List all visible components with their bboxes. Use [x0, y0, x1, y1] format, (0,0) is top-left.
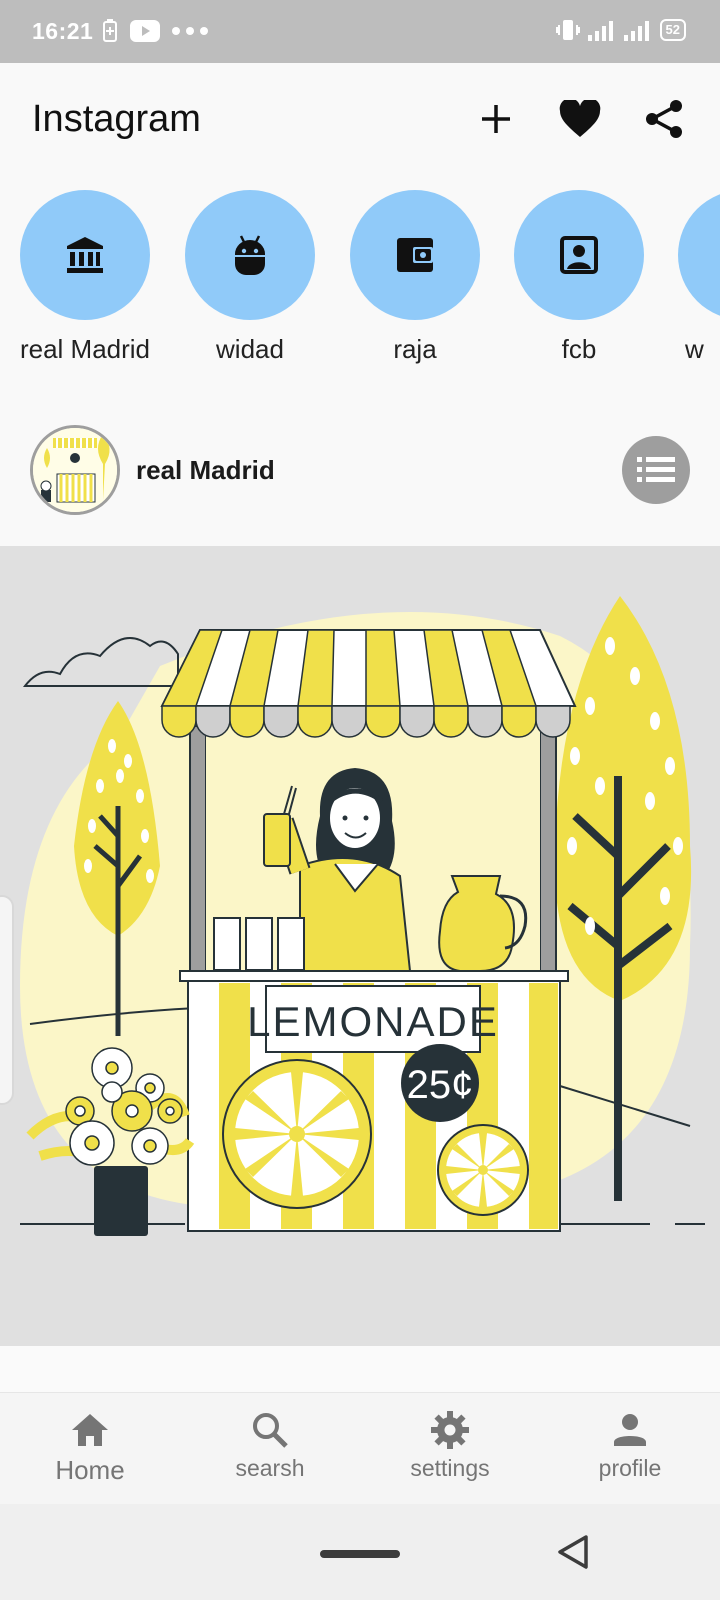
lemonade-sign: LEMONADE [247, 985, 499, 1053]
share-button[interactable] [642, 97, 686, 141]
nav-icon-wrap [0, 1407, 180, 1453]
story-avatar [514, 190, 644, 320]
back-triangle-icon[interactable] [556, 1534, 590, 1570]
story-fcb[interactable]: fcb [499, 190, 659, 365]
sign-text: LEMONADE [247, 998, 499, 1045]
status-system-icons: 52 [555, 18, 686, 42]
price-text: 25¢ [407, 1063, 474, 1107]
person-icon [614, 1414, 646, 1446]
post-footer-strip [0, 1346, 720, 1392]
story-label: w [685, 334, 704, 364]
battery-indicator: 52 [659, 19, 686, 41]
story-label: raja [393, 334, 437, 364]
post-header: real Madrid [0, 420, 720, 520]
nav-icon-wrap [540, 1407, 720, 1453]
story-avatar [678, 190, 720, 320]
system-home-pill[interactable] [320, 1550, 400, 1558]
share-icon [646, 100, 682, 138]
heart-icon [559, 100, 601, 137]
nav-label: settings [410, 1455, 490, 1481]
status-bar: 16:21 52 [0, 0, 720, 63]
lemonade-stand-illustration: LEMONADE 25¢ [0, 546, 720, 1346]
story-label: real Madrid [19, 334, 151, 364]
story-widad[interactable]: widad [170, 190, 330, 365]
nav-label: Home [55, 1455, 125, 1485]
favorite-button[interactable] [558, 97, 602, 141]
home-icon [72, 1414, 108, 1446]
price-badge: 25¢ [401, 1044, 479, 1122]
search-icon [253, 1413, 288, 1448]
lemon-slice-small [437, 1124, 529, 1216]
android-icon [235, 235, 265, 275]
lemonade-stand-thumbnail [33, 428, 117, 512]
status-time: 16:21 [32, 18, 94, 44]
story-avatar [20, 190, 150, 320]
story-partial[interactable]: w [663, 190, 720, 365]
story-avatar [350, 190, 480, 320]
gear-icon [431, 1411, 469, 1449]
story-avatar [185, 190, 315, 320]
nav-profile[interactable]: profile [540, 1407, 720, 1482]
more-dots-icon [172, 27, 208, 35]
post-image[interactable]: LEMONADE 25¢ [0, 546, 720, 1346]
nav-icon-wrap [180, 1407, 360, 1453]
nav-search[interactable]: searsh [180, 1407, 360, 1482]
bottom-navigation: Home searsh settings profile [0, 1392, 720, 1504]
nav-icon-wrap [360, 1407, 540, 1453]
awning [160, 629, 577, 738]
signal-icon-2 [623, 21, 649, 41]
story-label: fcb [561, 334, 597, 364]
youtube-icon [130, 20, 160, 42]
wallet-icon [397, 238, 433, 272]
vibrate-icon [555, 20, 580, 40]
add-icon [482, 105, 510, 133]
contact-icon [560, 236, 598, 274]
app-bar: Instagram [0, 63, 720, 178]
nav-home[interactable]: Home [0, 1407, 180, 1486]
story-real-madrid[interactable]: real Madrid [5, 190, 165, 365]
add-button[interactable] [474, 97, 518, 141]
status-notification-icons [102, 19, 208, 43]
stories-row: real Madrid widad raja fcb w [0, 190, 720, 380]
edge-panel-handle[interactable] [0, 895, 14, 1105]
app-title: Instagram [32, 98, 201, 140]
list-icon [637, 457, 675, 482]
story-label: widad [216, 334, 284, 364]
nav-settings[interactable]: settings [360, 1407, 540, 1482]
cups [213, 917, 305, 971]
nav-label: searsh [235, 1455, 305, 1481]
story-raja[interactable]: raja [335, 190, 495, 365]
battery-saver-icon [103, 19, 117, 42]
nav-label: profile [598, 1455, 662, 1481]
post-menu-button[interactable] [622, 436, 690, 504]
app-actions [474, 97, 686, 141]
signal-icon [587, 21, 613, 41]
post-avatar[interactable] [30, 425, 120, 515]
system-navigation-bar [0, 1504, 720, 1600]
post-username[interactable]: real Madrid [136, 455, 275, 486]
lemon-slice-large [222, 1059, 372, 1209]
bank-icon [67, 237, 103, 273]
